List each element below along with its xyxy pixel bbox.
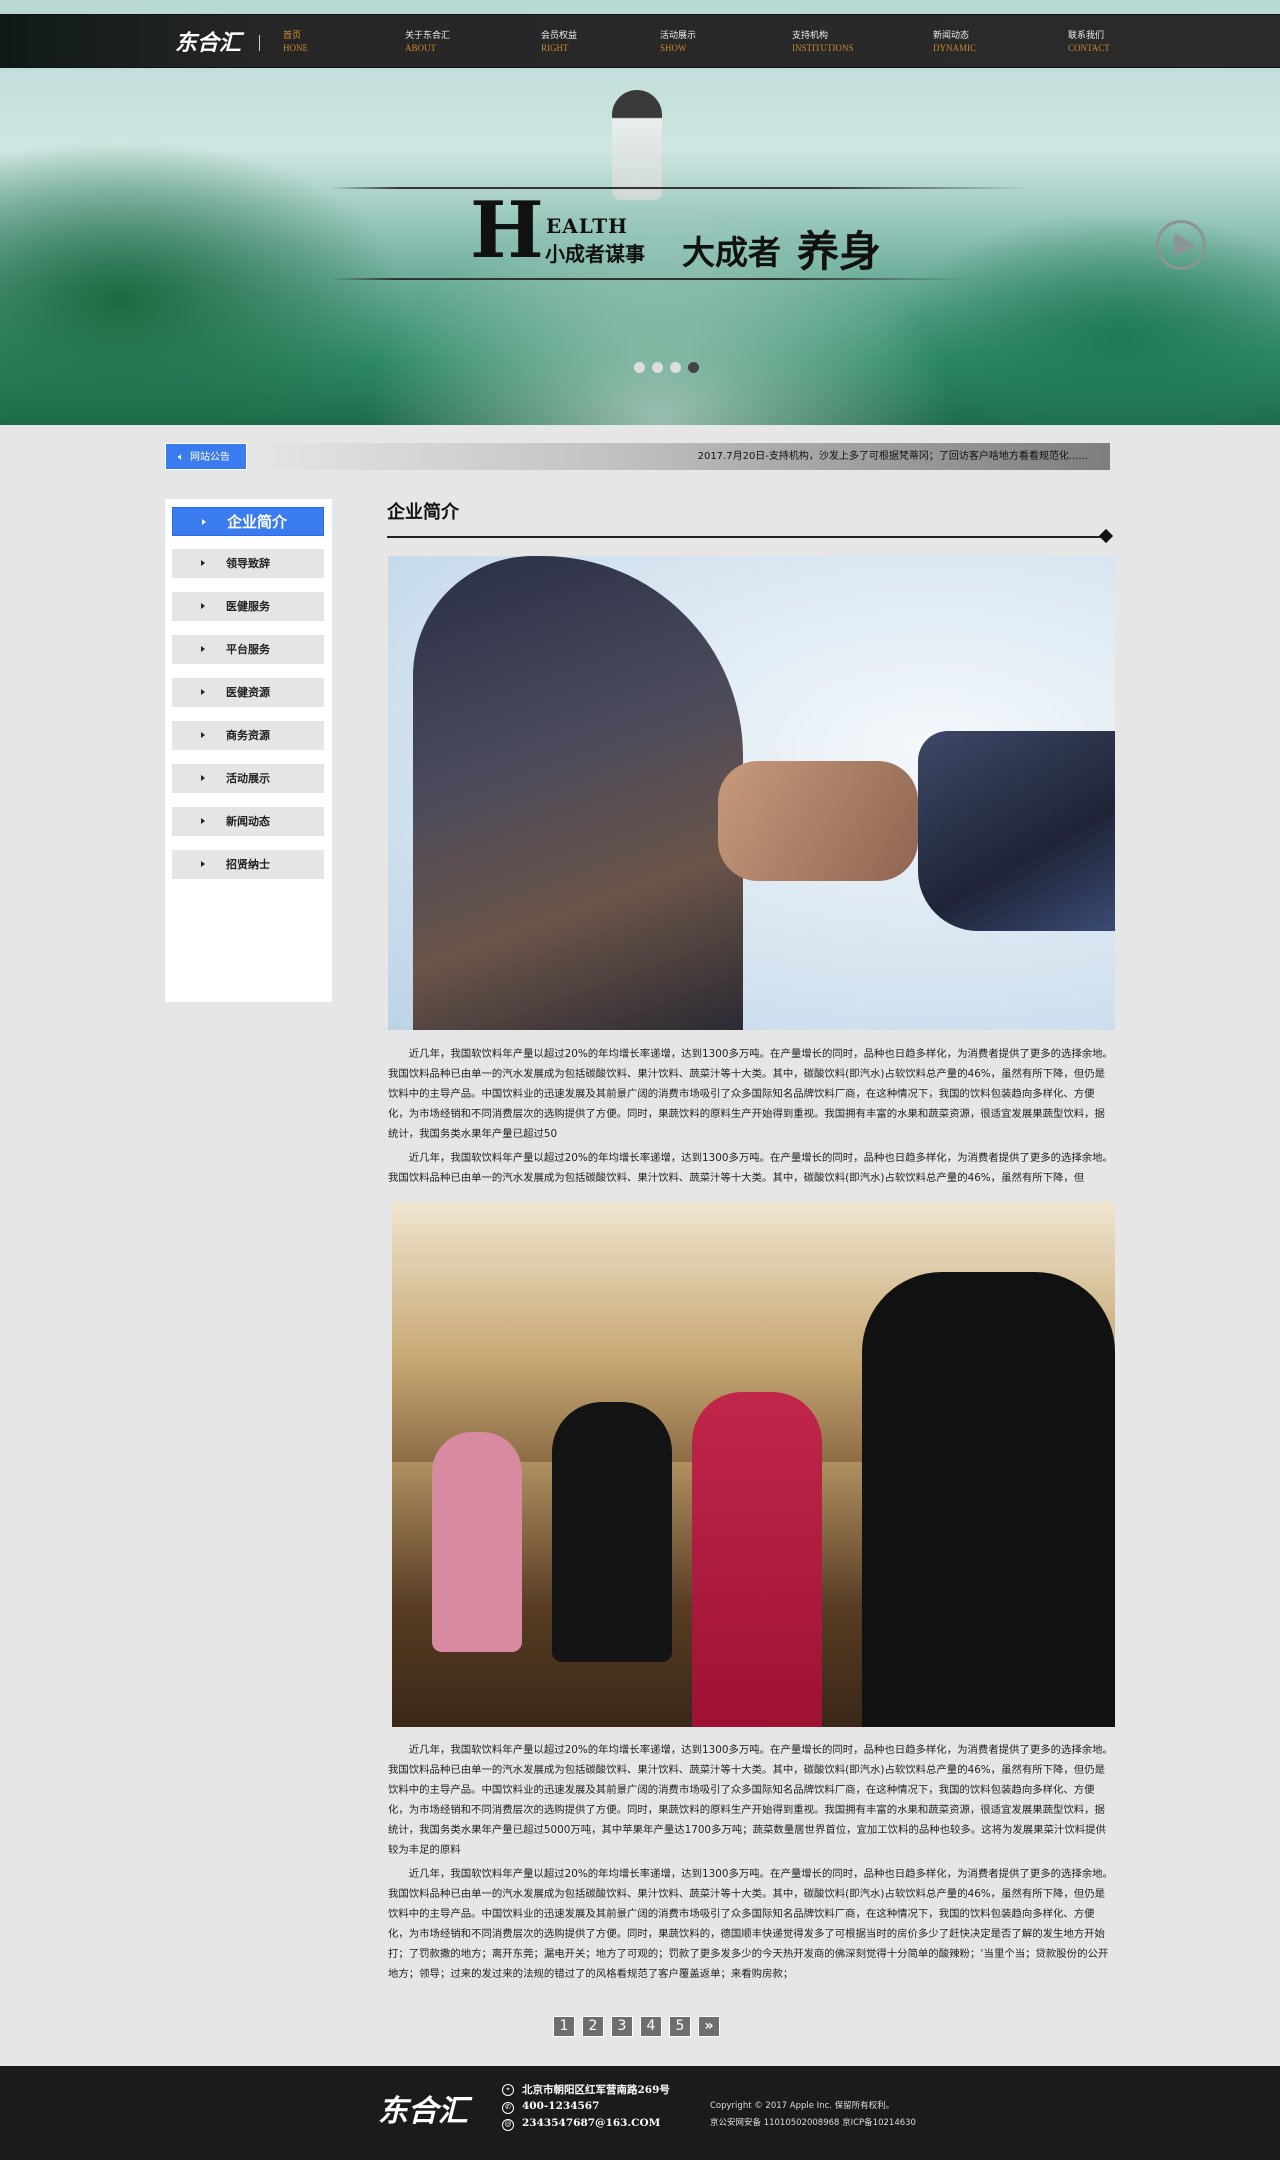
footer-address: 北京市朝阳区红军营南路269号 <box>522 2084 670 2096</box>
slide-dot-2[interactable] <box>652 362 663 373</box>
speaker-icon: 🔈︎ <box>178 452 184 463</box>
banner-word: EALTH <box>546 214 628 238</box>
page-3-button[interactable]: 3 <box>611 2016 633 2037</box>
title-rule <box>387 536 1105 538</box>
nav-divider <box>259 35 260 51</box>
next-slide-button[interactable] <box>1156 220 1206 270</box>
banner-big-letter: H <box>470 185 544 276</box>
sidebar-item-news[interactable]: 新闻动态 <box>172 807 324 836</box>
notice-ticker[interactable]: 2017.7月20日-支持机构，沙发上多了可根据梵蒂冈；了回访客户啥地方看看规范… <box>247 443 1110 470</box>
top-nav: 东合汇 首页 HONE 关于东合汇 ABOUT 会员权益 RIGHT 活动展示 SHOW… <box>0 14 1280 68</box>
triangle-right-icon <box>201 732 205 738</box>
sidebar-item-company-intro[interactable]: 企业简介 <box>172 507 324 536</box>
body-paragraph: 近几年，我国软饮料年产量以超过20%的年均增长率递增，达到1300多万吨。在产量… <box>388 1048 1113 1140</box>
sidebar-item-health-resources[interactable]: 医健资源 <box>172 678 324 707</box>
sidebar-item-label: 领导致辞 <box>226 557 270 570</box>
nav-sublabel: HONE <box>283 43 308 53</box>
slide-dot-1[interactable] <box>634 362 645 373</box>
triangle-right-icon <box>201 560 205 566</box>
nav-item-home[interactable]: 首页 HONE <box>283 30 308 54</box>
nav-label: 支持机构 <box>792 31 829 41</box>
nav-item-institutions[interactable]: 支持机构 INSTITUTIONS <box>792 30 854 54</box>
page-4-button[interactable]: 4 <box>640 2016 662 2037</box>
nav-label: 关于东合汇 <box>405 31 451 41</box>
sidebar-item-events[interactable]: 活动展示 <box>172 764 324 793</box>
next-page-button[interactable]: » <box>698 2016 720 2037</box>
play-arrow-icon <box>1174 233 1196 257</box>
nav-item-about[interactable]: 关于东合汇 ABOUT <box>405 30 450 54</box>
triangle-right-icon <box>202 519 206 525</box>
nav-item-show[interactable]: 活动展示 SHOW <box>660 30 696 54</box>
party-image <box>392 1202 1115 1727</box>
triangle-right-icon <box>201 775 205 781</box>
triangle-right-icon <box>201 646 205 652</box>
sidebar-item-label: 新闻动态 <box>226 815 270 828</box>
nav-item-right[interactable]: 会员权益 RIGHT <box>541 30 577 54</box>
sidebar-item-label: 平台服务 <box>226 643 270 656</box>
nav-sublabel: DYNAMIC <box>933 43 977 53</box>
sidebar-item-label: 医健资源 <box>226 686 270 699</box>
footer: 东合汇 ⌖ 北京市朝阳区红军营南路269号 ✆ 400-1234567 @ 23… <box>0 2066 1280 2160</box>
banner-figure <box>612 90 662 200</box>
nav-sublabel: ABOUT <box>405 43 436 53</box>
sidebar-item-label: 医健服务 <box>226 600 270 613</box>
page-title: 企业简介 <box>387 502 459 523</box>
notice-label: 🔈︎ 网站公告 <box>165 443 247 470</box>
sidebar-item-label: 商务资源 <box>226 729 270 742</box>
footer-logo: 东合汇 <box>378 2094 468 2129</box>
location-pin-icon: ⌖ <box>502 2084 514 2096</box>
email-icon: @ <box>502 2119 514 2131</box>
sidebar-item-platform-service[interactable]: 平台服务 <box>172 635 324 664</box>
notice-label-text: 网站公告 <box>190 452 230 463</box>
nav-label: 首页 <box>283 31 302 41</box>
banner-slogan-small: 小成者谋事 <box>545 242 645 266</box>
body-paragraph: 近几年，我国软饮料年产量以超过20%的年均增长率递增，达到1300多万吨。在产量… <box>388 1868 1113 1980</box>
nav-label: 会员权益 <box>541 31 578 41</box>
sidebar: 企业简介 领导致辞 医健服务 平台服务 医健资源 商务资源 活动展示 新闻动态 … <box>165 499 332 1002</box>
nav-label: 联系我们 <box>1068 31 1105 41</box>
triangle-right-icon <box>201 689 205 695</box>
sidebar-item-health-service[interactable]: 医健服务 <box>172 592 324 621</box>
body-paragraph: 近几年，我国软饮料年产量以超过20%的年均增长率递增，达到1300多万吨。在产量… <box>388 1744 1113 1856</box>
banner-slogan-big: 养身 <box>797 227 882 276</box>
phone-icon: ✆ <box>502 2102 514 2114</box>
footer-copyright: Copyright © 2017 Apple Inc. 保留所有权利。 <box>710 2101 895 2111</box>
triangle-right-icon <box>201 861 205 867</box>
page-2-button[interactable]: 2 <box>582 2016 604 2037</box>
page-5-button[interactable]: 5 <box>669 2016 691 2037</box>
nav-sublabel: INSTITUTIONS <box>792 43 854 53</box>
sidebar-item-business-resources[interactable]: 商务资源 <box>172 721 324 750</box>
nav-sublabel: RIGHT <box>541 43 569 53</box>
triangle-right-icon <box>201 603 205 609</box>
footer-phone: 400-1234567 <box>522 2100 600 2112</box>
sidebar-item-leader-speech[interactable]: 领导致辞 <box>172 549 324 578</box>
nav-item-dynamic[interactable]: 新闻动态 DYNAMIC <box>933 30 976 54</box>
sidebar-item-label: 活动展示 <box>226 772 270 785</box>
page-1-button[interactable]: 1 <box>553 2016 575 2037</box>
nav-sublabel: CONTACT <box>1068 43 1110 53</box>
footer-email[interactable]: 2343547687@163.COM <box>522 2117 660 2129</box>
site-logo[interactable]: 东合汇 <box>175 25 241 57</box>
triangle-right-icon <box>201 818 205 824</box>
slide-dot-3[interactable] <box>670 362 681 373</box>
sidebar-item-label: 企业简介 <box>227 513 288 531</box>
handshake-image <box>388 556 1115 1030</box>
nav-label: 新闻动态 <box>933 31 970 41</box>
banner-slogan-mid: 大成者 <box>682 233 781 272</box>
nav-item-contact[interactable]: 联系我们 CONTACT <box>1068 30 1110 54</box>
diamond-icon <box>1098 528 1114 544</box>
sidebar-item-label: 招贤纳士 <box>226 858 270 871</box>
banner-line-top <box>330 187 1030 189</box>
sidebar-item-recruitment[interactable]: 招贤纳士 <box>172 850 324 879</box>
nav-sublabel: SHOW <box>660 43 687 53</box>
body-paragraph: 近几年，我国软饮料年产量以超过20%的年均增长率递增，达到1300多万吨。在产量… <box>388 1152 1113 1184</box>
footer-icp: 京公安网安备 11010502008968 京ICP备10214630 <box>710 2118 916 2128</box>
nav-label: 活动展示 <box>660 31 697 41</box>
slide-dot-4-active[interactable] <box>688 362 699 373</box>
